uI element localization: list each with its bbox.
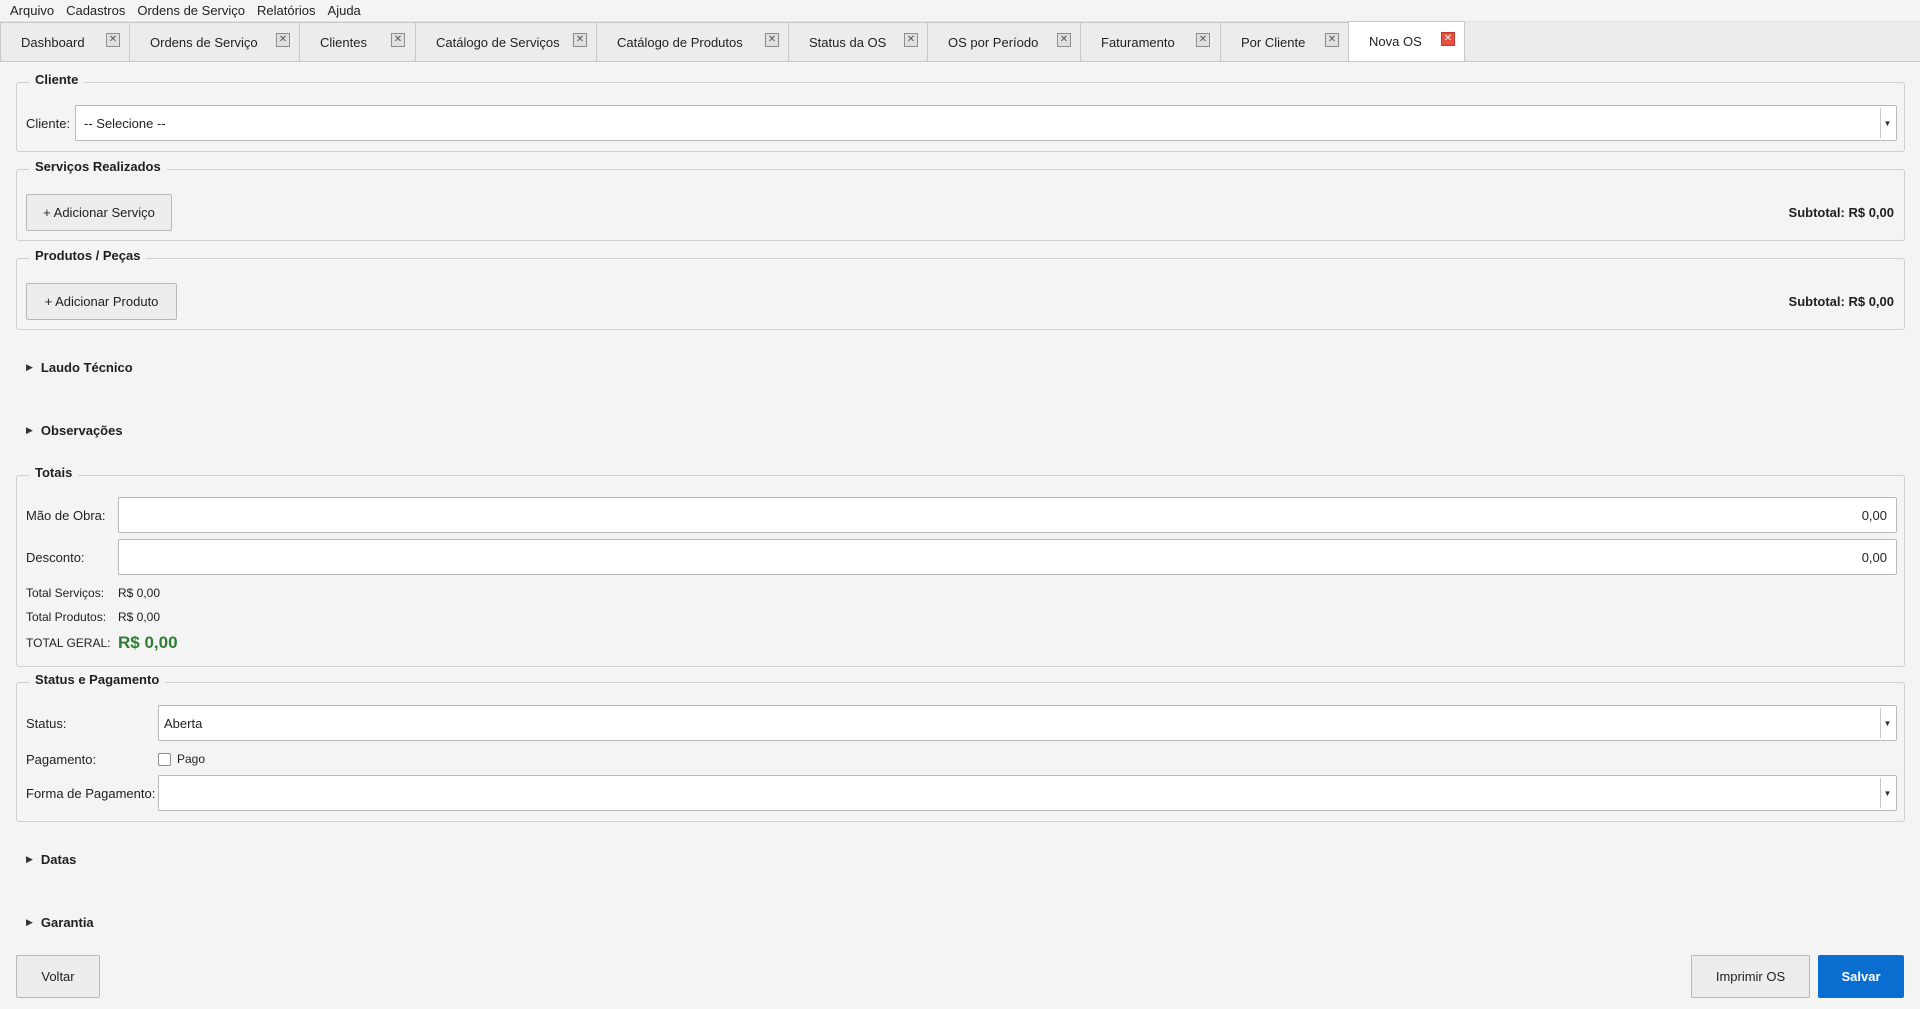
- pago-checkbox[interactable]: [158, 752, 171, 766]
- close-icon[interactable]: ✕: [1441, 32, 1455, 46]
- datas-title: Datas: [40, 852, 77, 867]
- tab-clientes[interactable]: Clientes ✕: [299, 22, 416, 61]
- desconto-label: Desconto:: [26, 549, 85, 565]
- menu-ordens-de-servico[interactable]: Ordens de Serviço: [131, 3, 251, 18]
- observacoes-toggle[interactable]: ▶ Observações: [26, 423, 123, 438]
- cliente-label: Cliente:: [26, 115, 71, 131]
- forma-pagamento-label: Forma de Pagamento:: [26, 785, 156, 801]
- tab-nova-os[interactable]: Nova OS ✕: [1348, 21, 1465, 61]
- tab-label: Ordens de Serviço: [150, 34, 258, 50]
- produtos-group: Produtos / Peças + Adicionar Produto Sub…: [16, 248, 1905, 330]
- totais-legend: Totais: [29, 465, 79, 480]
- status-pagamento-group: Status e Pagamento Status: Aberta ▼ Paga…: [16, 672, 1905, 822]
- tab-os-por-periodo[interactable]: OS por Período ✕: [927, 22, 1081, 61]
- cliente-select[interactable]: -- Selecione -- ▼: [75, 105, 1897, 141]
- laudo-tecnico-title: Laudo Técnico: [40, 360, 133, 375]
- status-select-value: Aberta: [164, 715, 203, 731]
- status-label: Status:: [26, 715, 67, 731]
- cliente-group: Cliente Cliente: -- Selecione -- ▼: [16, 72, 1905, 152]
- total-servicos-label: Total Serviços:: [26, 586, 105, 600]
- tab-label: Por Cliente: [1241, 34, 1306, 50]
- tab-label: Faturamento: [1101, 34, 1175, 50]
- add-produto-button[interactable]: + Adicionar Produto: [26, 283, 177, 320]
- menu-cadastros[interactable]: Cadastros: [60, 3, 131, 18]
- cliente-select-value: -- Selecione --: [84, 115, 166, 131]
- tab-label: Catálogo de Produtos: [617, 34, 743, 50]
- tab-catalogo-de-produtos[interactable]: Catálogo de Produtos ✕: [596, 22, 789, 61]
- produtos-subtotal: Subtotal: R$ 0,00: [1788, 294, 1894, 309]
- tab-label: Dashboard: [21, 34, 85, 50]
- salvar-button[interactable]: Salvar: [1818, 955, 1904, 998]
- close-icon[interactable]: ✕: [1196, 33, 1210, 47]
- tab-label: Clientes: [320, 34, 367, 50]
- status-pagamento-legend: Status e Pagamento: [29, 672, 166, 687]
- garantia-toggle[interactable]: ▶ Garantia: [26, 915, 94, 930]
- imprimir-os-button[interactable]: Imprimir OS: [1691, 955, 1810, 998]
- tab-label: Catálogo de Serviços: [436, 34, 560, 50]
- datas-toggle[interactable]: ▶ Datas: [26, 852, 76, 867]
- mao-de-obra-label: Mão de Obra:: [26, 507, 106, 523]
- servicos-group: Serviços Realizados + Adicionar Serviço …: [16, 159, 1905, 241]
- voltar-button[interactable]: Voltar: [16, 955, 100, 998]
- tab-dashboard[interactable]: Dashboard ✕: [0, 22, 130, 61]
- pagamento-label: Pagamento:: [26, 751, 97, 767]
- chevron-down-icon: ▼: [1880, 778, 1894, 808]
- tab-por-cliente[interactable]: Por Cliente ✕: [1220, 22, 1349, 61]
- total-geral-value: R$ 0,00: [118, 633, 178, 652]
- close-icon[interactable]: ✕: [391, 33, 405, 47]
- chevron-down-icon: ▼: [1880, 108, 1894, 138]
- close-icon[interactable]: ✕: [1325, 33, 1339, 47]
- close-icon[interactable]: ✕: [765, 33, 779, 47]
- totais-group: Totais Mão de Obra: 0,00 Desconto: 0,00 …: [16, 465, 1905, 667]
- servicos-legend: Serviços Realizados: [29, 159, 167, 174]
- produtos-legend: Produtos / Peças: [29, 248, 147, 263]
- close-icon[interactable]: ✕: [1057, 33, 1071, 47]
- tab-catalogo-de-servicos[interactable]: Catálogo de Serviços ✕: [415, 22, 597, 61]
- observacoes-title: Observações: [40, 423, 123, 438]
- caret-right-icon: ▶: [26, 854, 33, 864]
- menu-arquivo[interactable]: Arquivo: [4, 3, 60, 18]
- tab-ordens-de-servico[interactable]: Ordens de Serviço ✕: [129, 22, 300, 61]
- cliente-legend: Cliente: [29, 72, 85, 87]
- forma-pagamento-select[interactable]: ▼: [158, 775, 1897, 811]
- close-icon[interactable]: ✕: [276, 33, 290, 47]
- tab-label: Nova OS: [1369, 34, 1422, 49]
- total-geral-label: TOTAL GERAL:: [26, 636, 111, 650]
- total-produtos-value: R$ 0,00: [118, 610, 161, 624]
- laudo-tecnico-toggle[interactable]: ▶ Laudo Técnico: [26, 360, 133, 375]
- caret-right-icon: ▶: [26, 362, 33, 372]
- tab-bar: Dashboard ✕ Ordens de Serviço ✕ Clientes…: [0, 21, 1920, 62]
- caret-right-icon: ▶: [26, 425, 33, 435]
- mao-de-obra-input[interactable]: 0,00: [118, 497, 1897, 533]
- pago-label: Pago: [177, 752, 206, 766]
- status-select[interactable]: Aberta ▼: [158, 705, 1897, 741]
- add-servico-button[interactable]: + Adicionar Serviço: [26, 194, 172, 231]
- close-icon[interactable]: ✕: [904, 33, 918, 47]
- desconto-input[interactable]: 0,00: [118, 539, 1897, 575]
- form-content: Cliente Cliente: -- Selecione -- ▼ Servi…: [0, 62, 1920, 1009]
- total-servicos-value: R$ 0,00: [118, 586, 161, 600]
- menu-ajuda[interactable]: Ajuda: [322, 3, 367, 18]
- caret-right-icon: ▶: [26, 917, 33, 927]
- menu-relatorios[interactable]: Relatórios: [251, 3, 322, 18]
- tab-status-da-os[interactable]: Status da OS ✕: [788, 22, 928, 61]
- close-icon[interactable]: ✕: [106, 33, 120, 47]
- tab-label: OS por Período: [948, 34, 1039, 50]
- tab-label: Status da OS: [809, 34, 887, 50]
- garantia-title: Garantia: [40, 915, 94, 930]
- close-icon[interactable]: ✕: [573, 33, 587, 47]
- total-produtos-label: Total Produtos:: [26, 610, 107, 624]
- menu-bar: Arquivo Cadastros Ordens de Serviço Rela…: [0, 0, 1920, 22]
- tab-faturamento[interactable]: Faturamento ✕: [1080, 22, 1221, 61]
- chevron-down-icon: ▼: [1880, 708, 1894, 738]
- servicos-subtotal: Subtotal: R$ 0,00: [1788, 205, 1894, 220]
